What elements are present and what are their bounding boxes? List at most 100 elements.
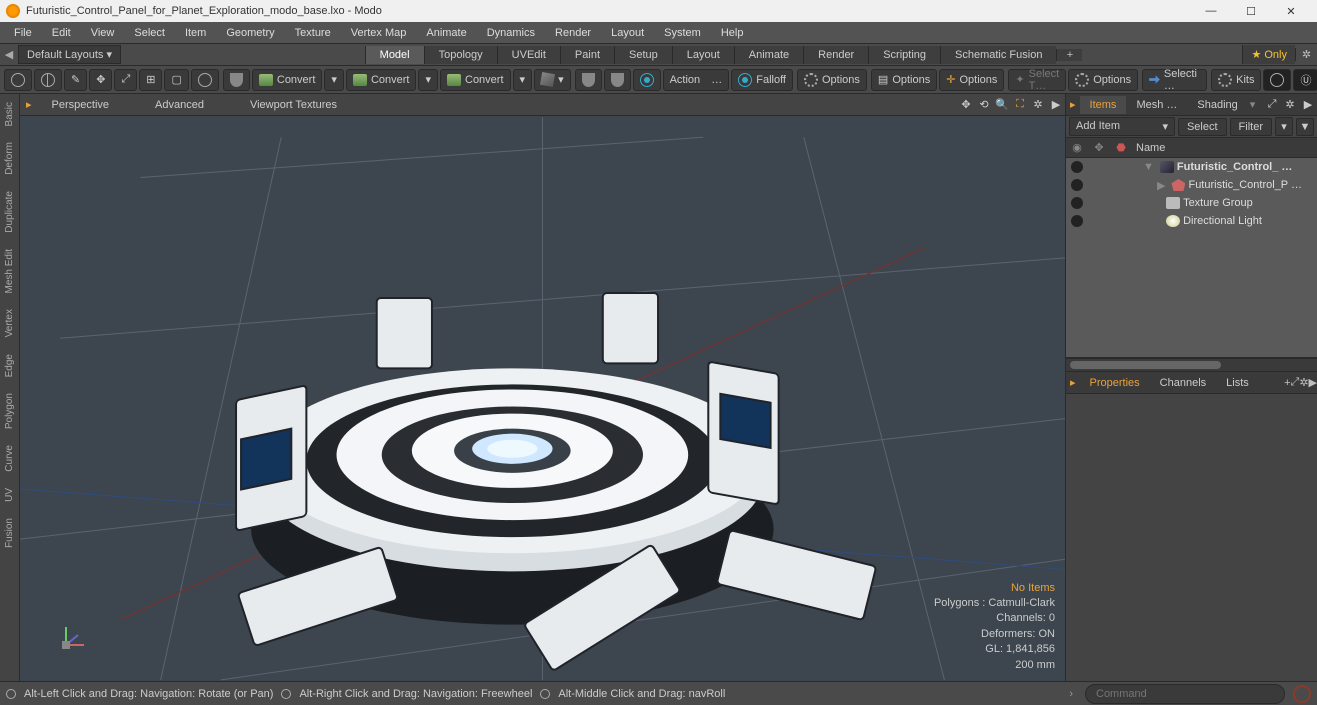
- layout-tab-animate[interactable]: Animate: [734, 46, 803, 64]
- convert2-menu[interactable]: ▾: [418, 69, 438, 91]
- visibility-icon[interactable]: [1071, 161, 1083, 173]
- maximize-button[interactable]: ☐: [1231, 0, 1271, 22]
- layout-tab-uvedit[interactable]: UVEdit: [497, 46, 560, 64]
- layout-tab-scripting[interactable]: Scripting: [868, 46, 940, 64]
- left-tab-mesh-edit[interactable]: Mesh Edit: [2, 241, 17, 301]
- menu-animate[interactable]: Animate: [416, 24, 476, 42]
- menu-help[interactable]: Help: [711, 24, 754, 42]
- viewport-menu-icon[interactable]: ▸: [20, 98, 38, 111]
- items-scrollbar[interactable]: [1066, 358, 1317, 372]
- options3-button[interactable]: ✛Options: [939, 69, 1004, 91]
- viewport-tab-viewport-textures[interactable]: Viewport Textures: [236, 96, 351, 114]
- layout-tab-topology[interactable]: Topology: [424, 46, 497, 64]
- tool-shield[interactable]: [223, 69, 250, 91]
- convert1-menu[interactable]: ▾: [324, 69, 344, 91]
- items-menu-icon[interactable]: ▸: [1066, 98, 1080, 111]
- command-input[interactable]: [1085, 684, 1285, 704]
- close-button[interactable]: ✕: [1271, 0, 1311, 22]
- col-visible-icon[interactable]: ◉: [1066, 141, 1088, 154]
- add-item-dropdown[interactable]: Add Item▾: [1069, 117, 1175, 136]
- tab-items[interactable]: Items: [1080, 96, 1127, 114]
- tool-move[interactable]: ✥: [89, 69, 112, 91]
- tool-sym1[interactable]: [575, 69, 602, 91]
- disclosure-icon[interactable]: ▶: [1157, 179, 1165, 192]
- menu-geometry[interactable]: Geometry: [216, 24, 284, 42]
- tab-lists[interactable]: Lists: [1216, 374, 1259, 392]
- panel-next-icon[interactable]: ▶: [1299, 98, 1317, 111]
- visibility-icon[interactable]: [1071, 197, 1083, 209]
- convert1-button[interactable]: Convert: [252, 69, 323, 91]
- minimize-button[interactable]: —: [1191, 0, 1231, 22]
- viewport-3d[interactable]: No Items Polygons : Catmull-Clark Channe…: [20, 116, 1065, 681]
- tool-globe[interactable]: [34, 69, 62, 91]
- layout-settings-icon[interactable]: ✲: [1295, 48, 1317, 61]
- tab-shading[interactable]: Shading: [1187, 96, 1247, 114]
- left-tab-uv[interactable]: UV: [2, 480, 17, 510]
- engine2-icon[interactable]: Ⓤ: [1293, 69, 1317, 91]
- left-tab-duplicate[interactable]: Duplicate: [2, 183, 17, 241]
- layout-preset-dropdown[interactable]: Default Layouts ▾: [18, 45, 121, 64]
- select-button[interactable]: Select: [1178, 118, 1227, 136]
- items-list[interactable]: ▼Futuristic_Control_ …▶Futuristic_Contro…: [1066, 158, 1317, 358]
- layout-tab-layout[interactable]: Layout: [672, 46, 734, 64]
- menu-edit[interactable]: Edit: [42, 24, 81, 42]
- props-menu-icon[interactable]: ▸: [1066, 376, 1080, 389]
- funnel-icon[interactable]: ▼: [1296, 118, 1314, 136]
- vp-settings-icon[interactable]: ✲: [1029, 98, 1047, 111]
- filter-menu-button[interactable]: ▾: [1275, 117, 1293, 136]
- options2-button[interactable]: ▤Options: [871, 69, 937, 91]
- left-tab-curve[interactable]: Curve: [2, 437, 17, 480]
- tab-channels[interactable]: Channels: [1150, 374, 1216, 392]
- tab-mesh[interactable]: Mesh …: [1126, 96, 1187, 114]
- menu-vertex-map[interactable]: Vertex Map: [341, 24, 417, 42]
- item-row[interactable]: Texture Group: [1066, 194, 1317, 212]
- menu-dynamics[interactable]: Dynamics: [477, 24, 545, 42]
- engine1-icon[interactable]: [1263, 69, 1291, 91]
- props-next-icon[interactable]: ▶: [1309, 376, 1317, 389]
- tool-ring[interactable]: [191, 69, 219, 91]
- menu-render[interactable]: Render: [545, 24, 601, 42]
- tool-circle[interactable]: [4, 69, 32, 91]
- vp-zoom-icon[interactable]: 🔍: [993, 98, 1011, 111]
- layout-tab-schematic-fusion[interactable]: Schematic Fusion: [940, 46, 1056, 64]
- action-button[interactable]: Action …: [663, 69, 730, 91]
- layout-tab-paint[interactable]: Paint: [560, 46, 614, 64]
- panel-settings-icon[interactable]: ✲: [1281, 98, 1299, 111]
- selecti-button[interactable]: Selecti …: [1142, 69, 1207, 91]
- item-row[interactable]: ▼Futuristic_Control_ …: [1066, 158, 1317, 176]
- col-lock-icon[interactable]: ✥: [1088, 141, 1110, 154]
- col-name[interactable]: Name: [1132, 142, 1317, 154]
- layout-tab-model[interactable]: Model: [365, 46, 424, 64]
- item-row[interactable]: ▶Futuristic_Control_P …: [1066, 176, 1317, 194]
- tool-sym2[interactable]: [604, 69, 631, 91]
- convert2-button[interactable]: Convert: [346, 69, 417, 91]
- tool-scale[interactable]: ⤢: [114, 69, 137, 91]
- tool-center[interactable]: [633, 69, 661, 91]
- col-render-icon[interactable]: ⬣: [1110, 141, 1132, 154]
- disclosure-icon[interactable]: ▼: [1143, 161, 1154, 173]
- convert3-button[interactable]: Convert: [440, 69, 511, 91]
- item-row[interactable]: Directional Light: [1066, 212, 1317, 230]
- left-tab-vertex[interactable]: Vertex: [2, 301, 17, 345]
- filter-button[interactable]: Filter: [1230, 118, 1272, 136]
- tool-grid[interactable]: ⊞: [139, 69, 162, 91]
- kits-button[interactable]: Kits: [1211, 69, 1261, 91]
- vp-expand-icon[interactable]: ▶: [1047, 98, 1065, 111]
- props-settings-icon[interactable]: ✲: [1299, 376, 1308, 389]
- select-t-button[interactable]: ✦Select T…: [1008, 69, 1066, 91]
- viewport-tab-perspective[interactable]: Perspective: [38, 96, 123, 114]
- menu-item[interactable]: Item: [175, 24, 216, 42]
- tool-box[interactable]: ▢: [164, 69, 188, 91]
- menu-file[interactable]: File: [4, 24, 42, 42]
- tool-edit[interactable]: ✎: [64, 69, 87, 91]
- menu-view[interactable]: View: [81, 24, 125, 42]
- panel-expand-icon[interactable]: ⤢: [1263, 98, 1281, 111]
- props-expand-icon[interactable]: ⤢: [1291, 376, 1300, 389]
- layout-only-button[interactable]: Only: [1242, 45, 1295, 64]
- command-history-icon[interactable]: ›: [1065, 688, 1077, 700]
- tab-properties[interactable]: Properties: [1080, 374, 1150, 392]
- tool-cube[interactable]: ▾: [534, 69, 571, 91]
- layout-tab-setup[interactable]: Setup: [614, 46, 672, 64]
- layout-add-button[interactable]: +: [1056, 49, 1082, 61]
- menu-texture[interactable]: Texture: [285, 24, 341, 42]
